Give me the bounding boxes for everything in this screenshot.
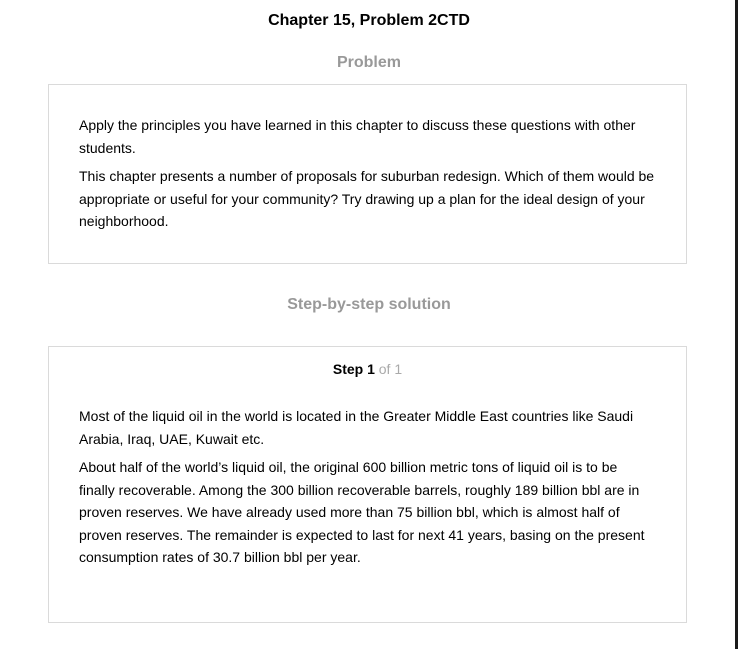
step-indicator: Step 1 of 1: [79, 360, 656, 378]
solution-card: Step 1 of 1 Most of the liquid oil in th…: [48, 346, 687, 623]
step-number: Step 1: [332, 361, 375, 377]
problem-heading: Problem: [336, 54, 401, 71]
step-total: of 1: [378, 361, 403, 377]
problem-card: Apply the principles you have learned in…: [48, 84, 687, 264]
problem-paragraph: Apply the principles you have learned in…: [79, 117, 636, 156]
solution-heading: Step-by-step solution: [287, 296, 451, 313]
solution-paragraph: About half of the world’s liquid oil, th…: [79, 459, 645, 565]
problem-paragraph: This chapter presents a number of propos…: [79, 168, 655, 229]
solution-paragraph: Most of the liquid oil in the world is l…: [79, 408, 634, 447]
page-title: Chapter 15, Problem 2CTD: [268, 12, 470, 29]
